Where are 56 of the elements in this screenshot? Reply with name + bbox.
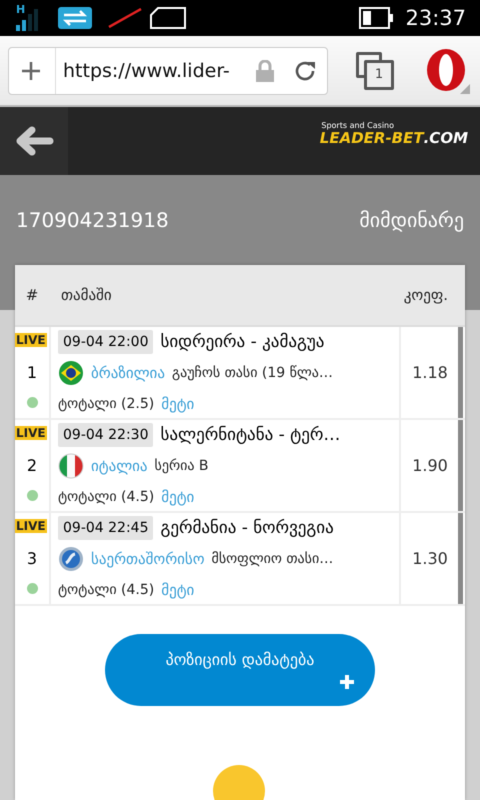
column-header: თამაში (60, 286, 113, 304)
country-link[interactable]: ბრაზილია (91, 364, 165, 382)
ticket-number: 170904231918 (16, 208, 169, 232)
data-transfer-icon (58, 7, 92, 29)
match-name: გერმანია - ნორვეგია (160, 518, 334, 538)
market-name: ტოტალი (2.5) (58, 396, 154, 412)
sim-card-icon (150, 7, 186, 29)
network-type: H (16, 3, 26, 16)
odds-value: 1.18 (412, 363, 448, 382)
opera-logo-icon[interactable] (424, 48, 470, 94)
match-datetime: 09-04 22:30 (58, 423, 154, 447)
back-button[interactable] (0, 107, 68, 175)
match-name: სალერნიტანა - ტერ… (160, 425, 340, 445)
live-badge: LIVE (15, 519, 47, 533)
league-name: გაუჩოს თასი (19 წლა… (172, 365, 333, 381)
lock-icon (255, 60, 275, 82)
row-number: 1 (26, 362, 38, 382)
address-bar[interactable]: https://www.lider- (8, 46, 328, 94)
flag-icon (58, 453, 84, 479)
reload-icon[interactable] (293, 58, 317, 82)
league-name: მსოფლიო თასი… (212, 551, 334, 567)
row-number: 3 (26, 548, 38, 568)
url-text: https://www.lider- (63, 60, 231, 82)
odds-value: 1.90 (412, 456, 448, 475)
column-header: კოეფ. (404, 286, 449, 304)
match-name: სიდრეირა - კამაგუა (160, 332, 324, 352)
pick-link[interactable]: მეტი (161, 488, 194, 506)
odds-value: 1.30 (412, 549, 448, 568)
row-number: 2 (26, 456, 38, 474)
league-name: სერია B (154, 458, 209, 474)
logo-tagline: Sports and Casino (321, 121, 394, 130)
live-badge: LIVE (15, 333, 47, 347)
back-arrow-icon (14, 126, 54, 156)
logo-domain: .COM (424, 130, 468, 146)
country-link[interactable]: საერთაშორისო (91, 550, 205, 568)
battery-icon (359, 7, 394, 29)
status-dot-icon (26, 583, 38, 594)
match-datetime: 09-04 22:00 (58, 330, 154, 354)
slash-icon (108, 8, 142, 28)
status-dot-icon (26, 397, 38, 408)
clock: 23:37 (405, 6, 466, 30)
country-link[interactable]: იტალია (91, 457, 148, 475)
plus-icon (339, 674, 355, 690)
pick-link[interactable]: მეტი (161, 581, 194, 599)
status-dot-icon (26, 490, 38, 501)
flag-icon (58, 360, 84, 386)
logo-brand: LEADER-BET (320, 130, 424, 146)
match-datetime: 09-04 22:45 (58, 516, 154, 540)
ticket-status: მიმდინარე (359, 208, 464, 232)
market-name: ტოტალი (4.5) (58, 489, 154, 505)
add-position-button[interactable]: პოზიციის დამატება (105, 634, 375, 706)
market-name: ტოტალი (4.5) (58, 582, 154, 598)
column-header: # (24, 286, 40, 304)
live-badge: LIVE (15, 426, 47, 440)
pick-link[interactable]: მეტი (161, 395, 194, 413)
globe-icon (58, 546, 84, 572)
